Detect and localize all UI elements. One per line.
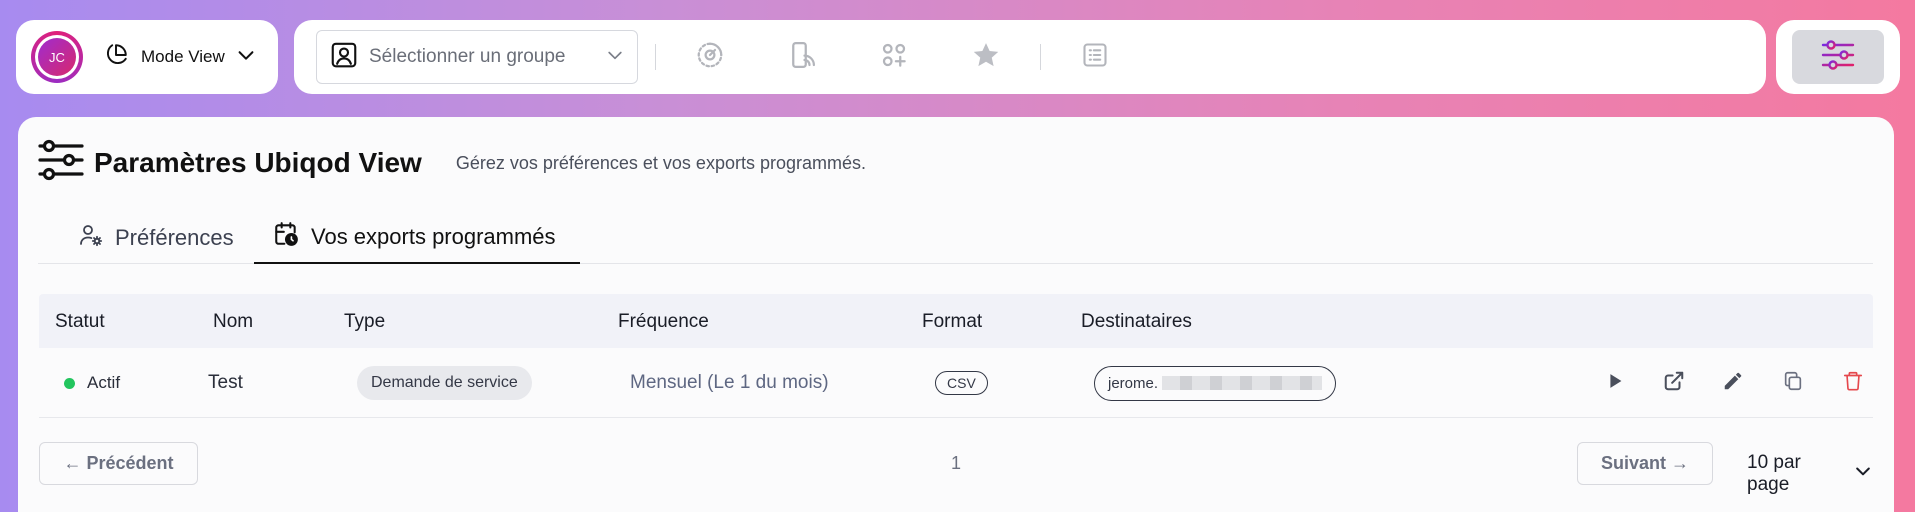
user-card: JC Mode View <box>16 20 278 94</box>
group-select-placeholder: Sélectionner un groupe <box>369 46 566 67</box>
tab-preferences[interactable]: Préférences <box>79 212 234 264</box>
page-subtitle: Gérez vos préférences et vos exports pro… <box>455 153 866 173</box>
delete-export-button[interactable] <box>1841 371 1865 395</box>
pagination: ← Précédent 1 Suivant → 10 par page <box>39 442 1873 495</box>
column-header-type: Type <box>344 311 386 332</box>
list-button[interactable] <box>1049 41 1141 74</box>
export-name: Test <box>208 372 243 393</box>
status-text: Actif <box>87 373 121 392</box>
chevron-down-icon <box>1843 461 1873 487</box>
sliders-icon <box>1820 37 1856 78</box>
column-header-format: Format <box>922 311 983 332</box>
devices-button[interactable] <box>756 40 848 75</box>
tab-scheduled-exports[interactable]: Vos exports programmés <box>254 212 580 264</box>
per-page-select[interactable]: 10 par page <box>1747 452 1873 496</box>
settings-card <box>1776 20 1900 94</box>
copy-icon <box>1782 370 1804 397</box>
duplicate-export-button[interactable] <box>1781 371 1805 395</box>
dashboard-gauge-button[interactable] <box>664 40 756 75</box>
status-dot <box>64 377 75 389</box>
sliders-icon <box>38 139 84 186</box>
settings-panel: Paramètres Ubiqod View Gérez vos préfére… <box>18 117 1894 512</box>
format-cell: CSV <box>935 348 988 418</box>
tabs: Préférences Vos exports programmés <box>38 212 1873 264</box>
favorites-button[interactable] <box>940 40 1032 75</box>
chevron-down-icon <box>605 45 625 70</box>
group-select[interactable]: Sélectionner un groupe <box>316 30 638 84</box>
settings-button[interactable] <box>1792 30 1884 84</box>
recipients-cell: jerome. <box>1094 348 1336 418</box>
trash-icon <box>1842 370 1864 397</box>
type-badge: Demande de service <box>357 366 532 400</box>
exports-table: Statut Nom Type Fréquence Format Destina… <box>39 294 1873 418</box>
pencil-icon <box>1722 370 1744 397</box>
apps-add-icon <box>879 40 909 75</box>
column-header-name: Nom <box>213 311 254 332</box>
table-header: Statut Nom Type Fréquence Format Destina… <box>39 294 1873 348</box>
column-header-frequency: Fréquence <box>618 311 709 332</box>
previous-page-button[interactable]: ← Précédent <box>39 442 198 485</box>
table-row[interactable]: Actif Test Demande de service Mensuel (L… <box>39 348 1873 418</box>
mode-view-label: Mode View <box>141 47 225 66</box>
format-badge: CSV <box>935 371 988 395</box>
star-icon <box>971 40 1001 75</box>
type-cell: Demande de service <box>357 348 532 418</box>
play-icon <box>1604 370 1626 397</box>
page-title: Paramètres Ubiqod View <box>94 146 422 178</box>
next-page-button[interactable]: Suivant → <box>1577 442 1713 485</box>
apps-button[interactable] <box>848 40 940 75</box>
per-page-label: 10 par page <box>1747 452 1801 495</box>
phone-signal-icon <box>787 40 817 75</box>
chevron-down-icon <box>235 44 257 71</box>
current-page: 1 <box>951 453 962 473</box>
recipient-badge: jerome. <box>1094 365 1336 401</box>
avatar-initials: JC <box>38 38 76 76</box>
frequency-cell: Mensuel (Le 1 du mois) <box>630 348 829 418</box>
avatar[interactable]: JC <box>31 31 83 83</box>
user-settings-icon <box>79 223 103 253</box>
external-link-icon <box>1663 370 1685 397</box>
tab-preferences-label: Préférences <box>115 225 234 250</box>
frequency-text: Mensuel (Le 1 du mois) <box>630 372 829 393</box>
recipient-email: jerome. <box>1108 374 1159 392</box>
redacted-email <box>1162 376 1323 390</box>
gauge-icon <box>695 40 725 75</box>
name-cell: Test <box>208 348 243 418</box>
mode-view-dropdown[interactable]: Mode View <box>103 42 257 73</box>
column-header-status: Statut <box>55 311 105 332</box>
toolbar: Sélectionner un groupe <box>294 20 1766 94</box>
run-export-button[interactable] <box>1603 371 1627 395</box>
divider <box>655 44 656 70</box>
status-cell: Actif <box>64 348 120 418</box>
calendar-clock-icon <box>273 221 299 253</box>
user-square-icon <box>329 40 359 75</box>
pie-chart-icon <box>103 42 129 73</box>
edit-export-button[interactable] <box>1721 371 1745 395</box>
open-export-button[interactable] <box>1662 371 1686 395</box>
column-header-recipients: Destinataires <box>1081 311 1192 332</box>
list-icon <box>1081 41 1109 74</box>
page-header: Paramètres Ubiqod View Gérez vos préfére… <box>38 139 866 186</box>
tab-scheduled-exports-label: Vos exports programmés <box>311 224 556 249</box>
divider <box>1040 44 1041 70</box>
